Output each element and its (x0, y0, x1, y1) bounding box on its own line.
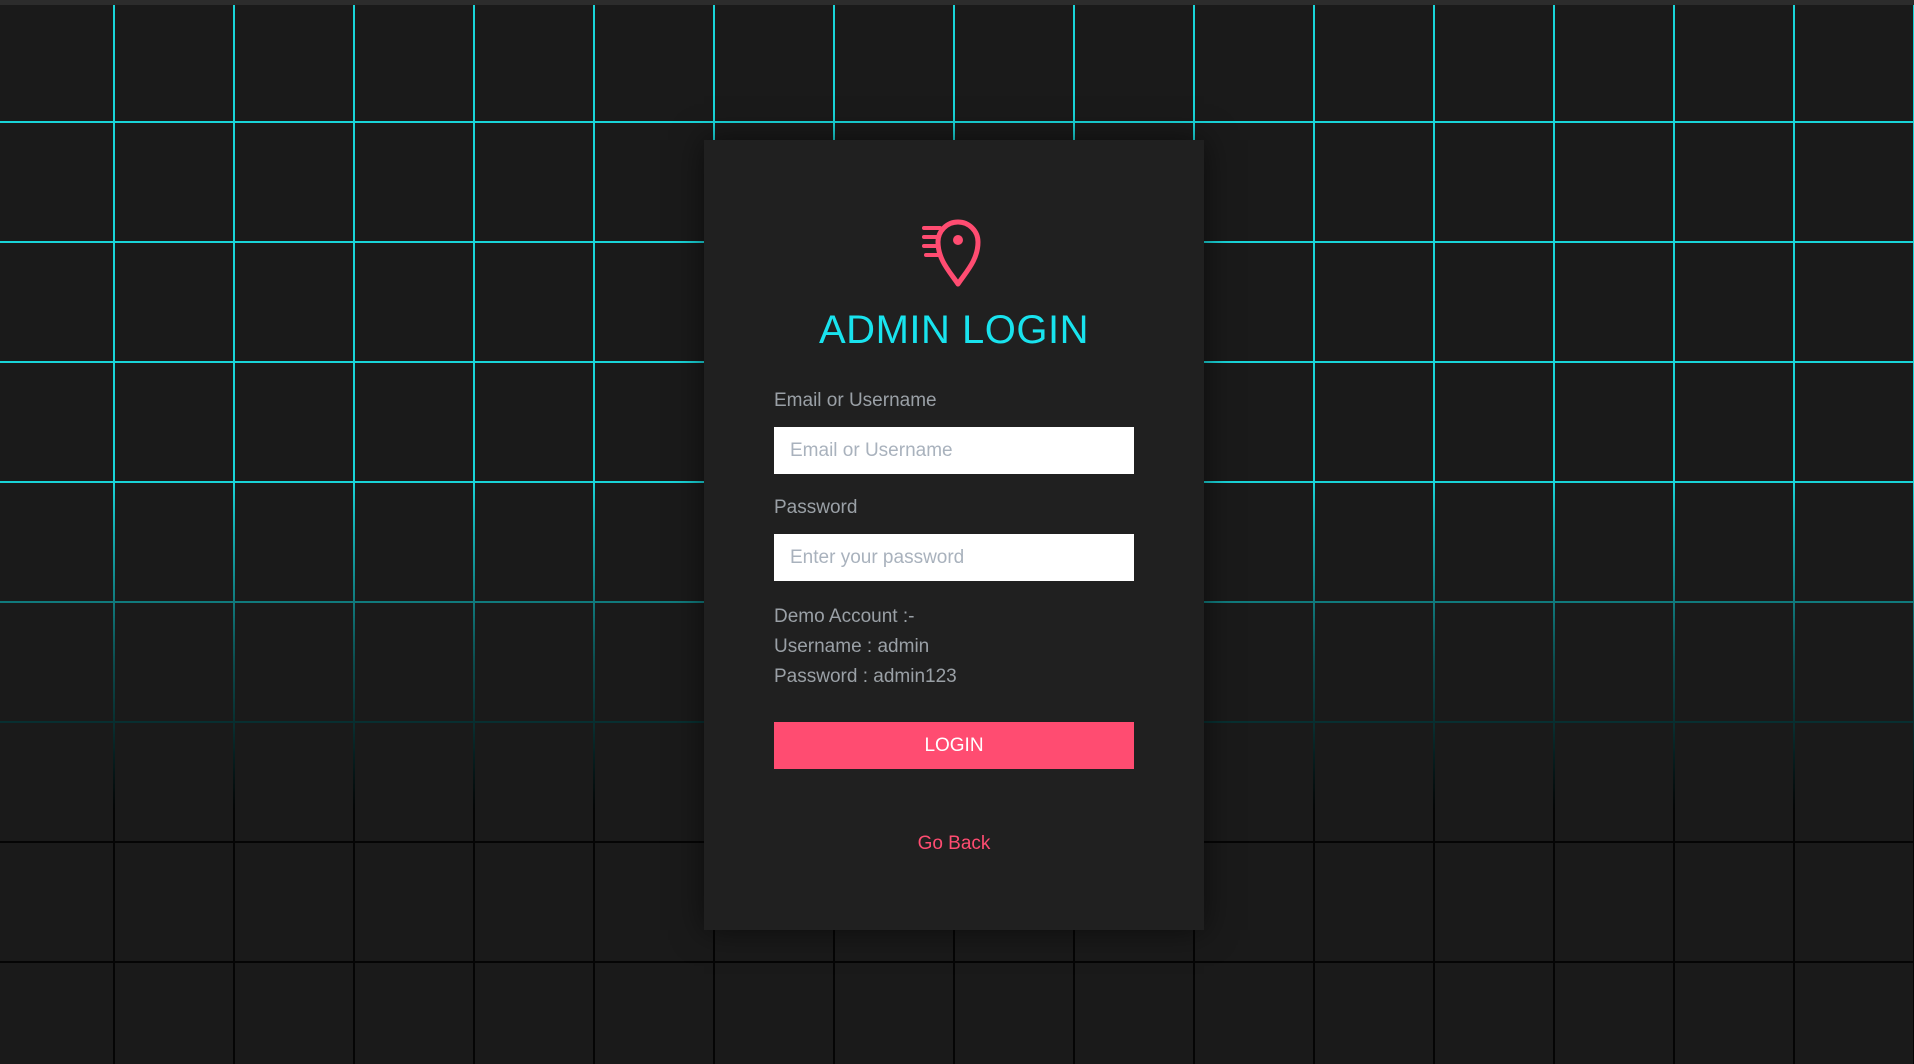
login-button[interactable]: LOGIN (774, 722, 1134, 769)
demo-account-heading: Demo Account :- (774, 606, 915, 627)
location-pin-speed-icon (922, 219, 981, 287)
login-card: ADMIN LOGIN Email or Username Password D… (704, 140, 1204, 930)
password-label: Password (774, 497, 858, 518)
username-label: Email or Username (774, 390, 937, 411)
go-back-link[interactable]: Go Back (704, 833, 1204, 855)
page-title: ADMIN LOGIN (819, 308, 1089, 352)
username-input[interactable] (774, 427, 1134, 474)
password-input[interactable] (774, 534, 1134, 581)
demo-password: Password : admin123 (774, 666, 957, 687)
demo-username: Username : admin (774, 636, 930, 657)
